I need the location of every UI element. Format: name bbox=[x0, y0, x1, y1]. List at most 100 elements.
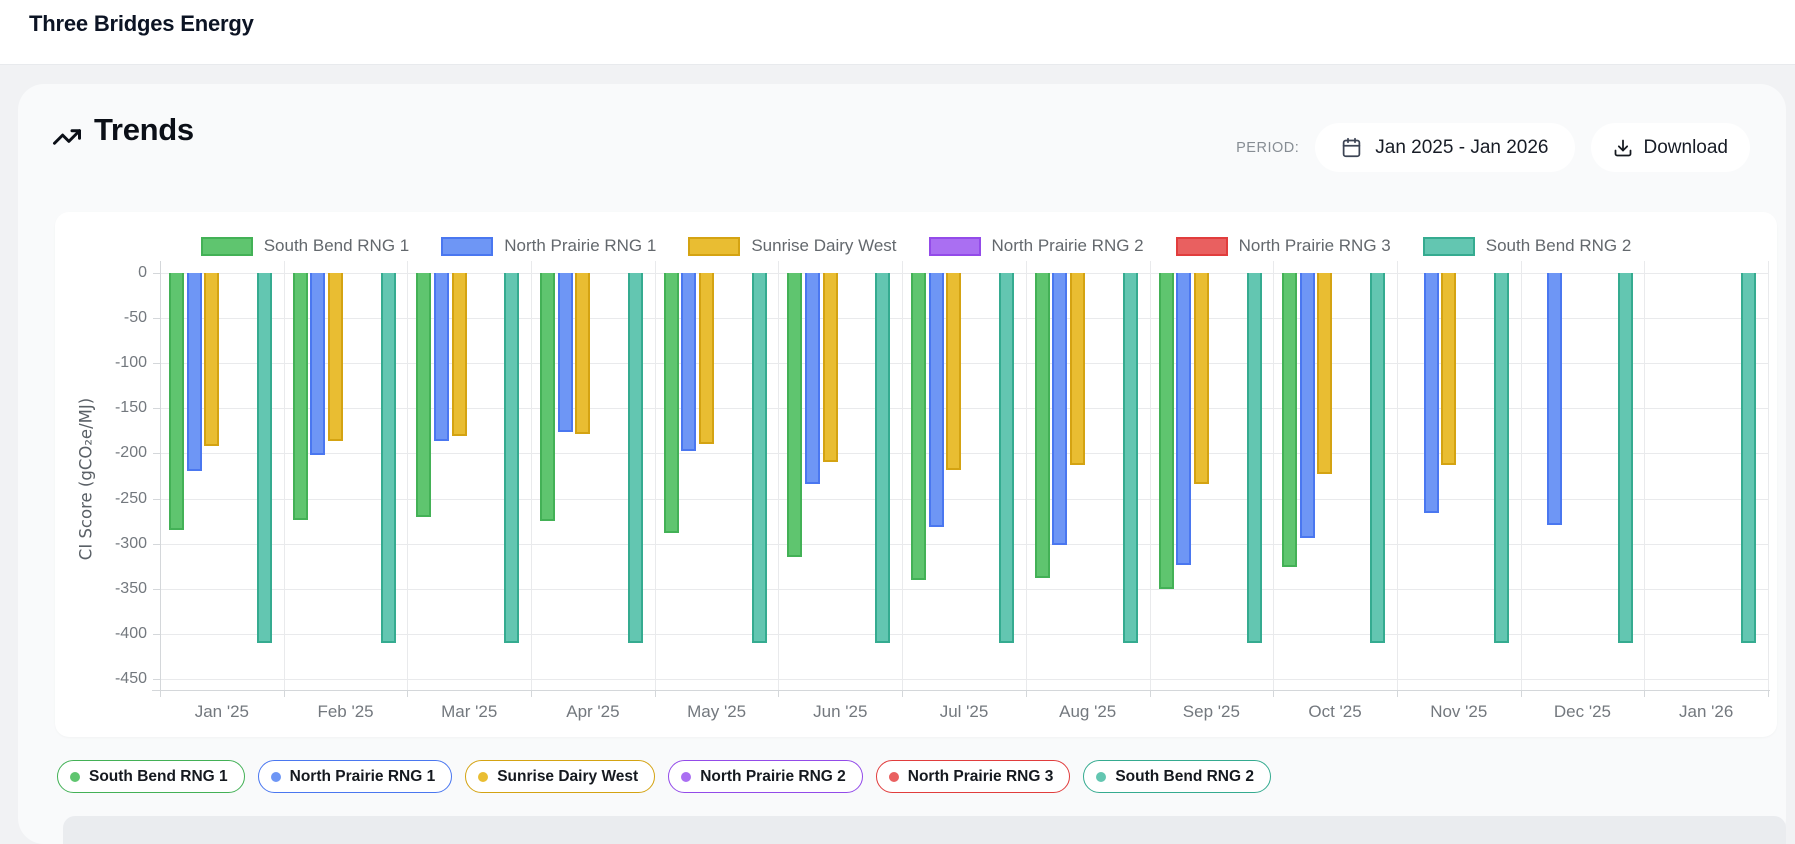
gridline-vertical bbox=[1520, 261, 1522, 690]
x-axis-label: Oct '25 bbox=[1308, 702, 1362, 721]
download-button[interactable]: Download bbox=[1590, 123, 1750, 172]
gridline-horizontal bbox=[160, 678, 1768, 680]
y-axis-tick-label: -250 bbox=[114, 489, 147, 507]
chart-bar[interactable] bbox=[1317, 273, 1333, 475]
chart-bar[interactable] bbox=[380, 273, 396, 643]
series-pill[interactable]: South Bend RNG 2 bbox=[1083, 760, 1271, 793]
chart-bar[interactable] bbox=[1176, 273, 1192, 566]
series-pill[interactable]: North Prairie RNG 1 bbox=[257, 760, 453, 793]
y-axis-tick-label: -450 bbox=[114, 669, 147, 687]
y-axis-tick-label: -300 bbox=[114, 534, 147, 552]
chart-bar[interactable] bbox=[822, 273, 838, 463]
x-axis-label: Jan '25 bbox=[194, 702, 249, 721]
y-axis-tick bbox=[153, 543, 160, 545]
x-axis-label: Jul '25 bbox=[939, 702, 989, 721]
chart-bar[interactable] bbox=[751, 273, 767, 643]
chart-bar[interactable] bbox=[1493, 273, 1509, 643]
chart-bar[interactable] bbox=[681, 273, 697, 451]
gridline-horizontal bbox=[160, 498, 1768, 500]
x-axis-label: Dec '25 bbox=[1553, 702, 1611, 721]
chart-bar[interactable] bbox=[504, 273, 520, 643]
series-dot bbox=[888, 771, 899, 782]
chart-bar[interactable] bbox=[557, 273, 573, 432]
y-axis-tick-label: 0 bbox=[138, 264, 147, 281]
x-axis-tick bbox=[407, 691, 409, 697]
chart-bar[interactable] bbox=[1299, 273, 1315, 539]
x-axis-label: Feb '25 bbox=[317, 702, 374, 721]
y-axis-tick bbox=[153, 678, 160, 680]
series-pill[interactable]: Sunrise Dairy West bbox=[465, 760, 656, 793]
chart-bar[interactable] bbox=[1741, 273, 1757, 643]
x-axis-tick bbox=[531, 691, 533, 697]
series-pill[interactable]: North Prairie RNG 3 bbox=[875, 760, 1071, 793]
chart-bar[interactable] bbox=[1193, 273, 1209, 485]
y-axis-tick bbox=[153, 498, 160, 500]
chart-bar[interactable] bbox=[327, 273, 343, 441]
series-dot bbox=[681, 771, 692, 782]
chart-bar[interactable] bbox=[540, 273, 556, 522]
chart-bar[interactable] bbox=[1158, 273, 1174, 589]
gridline-vertical bbox=[1025, 261, 1027, 690]
chart-bar[interactable] bbox=[292, 273, 308, 521]
chart-bar[interactable] bbox=[416, 273, 432, 517]
gridline-vertical bbox=[1396, 261, 1398, 690]
x-axis-tick bbox=[1520, 691, 1522, 697]
chart-bar[interactable] bbox=[1246, 273, 1262, 643]
y-axis-tick bbox=[153, 408, 160, 410]
gridline-vertical bbox=[283, 261, 285, 690]
chart-bar[interactable] bbox=[1282, 273, 1298, 568]
chart-bar[interactable] bbox=[1617, 273, 1633, 643]
chart-bar[interactable] bbox=[875, 273, 891, 643]
chart-bar[interactable] bbox=[1034, 273, 1050, 578]
y-axis-tick-label: -100 bbox=[114, 354, 147, 372]
gridline-vertical bbox=[407, 261, 409, 690]
period-selector[interactable]: Jan 2025 - Jan 2026 bbox=[1315, 123, 1575, 172]
chart-bar[interactable] bbox=[310, 273, 326, 456]
chart-bar[interactable] bbox=[186, 273, 202, 471]
chart-panel: South Bend RNG 1 North Prairie RNG 1 Sunri… bbox=[55, 212, 1777, 737]
chart-bar[interactable] bbox=[1547, 273, 1563, 525]
y-axis-tick bbox=[153, 318, 160, 320]
chart-bar[interactable] bbox=[204, 273, 220, 447]
chart-bar[interactable] bbox=[451, 273, 467, 437]
chart-bar[interactable] bbox=[1370, 273, 1386, 643]
gridline-horizontal bbox=[160, 543, 1768, 545]
chart-bar[interactable] bbox=[928, 273, 944, 528]
chart-bar[interactable] bbox=[911, 273, 927, 580]
x-axis-line bbox=[152, 690, 1770, 691]
chart-bar[interactable] bbox=[1052, 273, 1068, 546]
series-pill-label: Sunrise Dairy West bbox=[497, 767, 639, 785]
x-axis-tick bbox=[160, 691, 161, 697]
chart-bar[interactable] bbox=[1122, 273, 1138, 643]
chart-bar[interactable] bbox=[1070, 273, 1086, 466]
series-pill-row: South Bend RNG 1 North Prairie RNG 1 Sunri… bbox=[57, 760, 1271, 793]
chart-bar[interactable] bbox=[628, 273, 644, 643]
chart-bar[interactable] bbox=[257, 273, 272, 643]
download-label: Download bbox=[1643, 136, 1729, 158]
x-axis-tick bbox=[1025, 691, 1027, 697]
chart-bar[interactable] bbox=[946, 273, 962, 470]
gridline-horizontal bbox=[160, 363, 1768, 365]
chart-bar[interactable] bbox=[169, 273, 184, 531]
y-axis-tick bbox=[153, 633, 160, 635]
chart-bar[interactable] bbox=[999, 273, 1015, 643]
chart-bar[interactable] bbox=[805, 273, 821, 485]
series-pill[interactable]: North Prairie RNG 2 bbox=[668, 760, 863, 793]
x-axis-tick bbox=[1396, 691, 1398, 697]
series-pill[interactable]: South Bend RNG 1 bbox=[57, 760, 245, 793]
period-value: Jan 2025 - Jan 2026 bbox=[1375, 136, 1549, 158]
chart-bar[interactable] bbox=[787, 273, 803, 558]
gridline-vertical bbox=[1644, 261, 1646, 690]
chart-bar[interactable] bbox=[698, 273, 714, 445]
chart-bar[interactable] bbox=[575, 273, 591, 434]
chart-bar[interactable] bbox=[663, 273, 679, 533]
gridline-horizontal bbox=[160, 273, 1768, 274]
x-axis-tick bbox=[902, 691, 904, 697]
gridline-vertical bbox=[902, 261, 904, 690]
y-axis-tick-label: -50 bbox=[123, 309, 147, 327]
chart-bar[interactable] bbox=[433, 273, 449, 441]
gridline-horizontal bbox=[160, 318, 1768, 320]
chart-bar[interactable] bbox=[1423, 273, 1439, 513]
chart-bar[interactable] bbox=[1441, 273, 1457, 466]
y-axis-tick-label: -200 bbox=[114, 444, 147, 462]
